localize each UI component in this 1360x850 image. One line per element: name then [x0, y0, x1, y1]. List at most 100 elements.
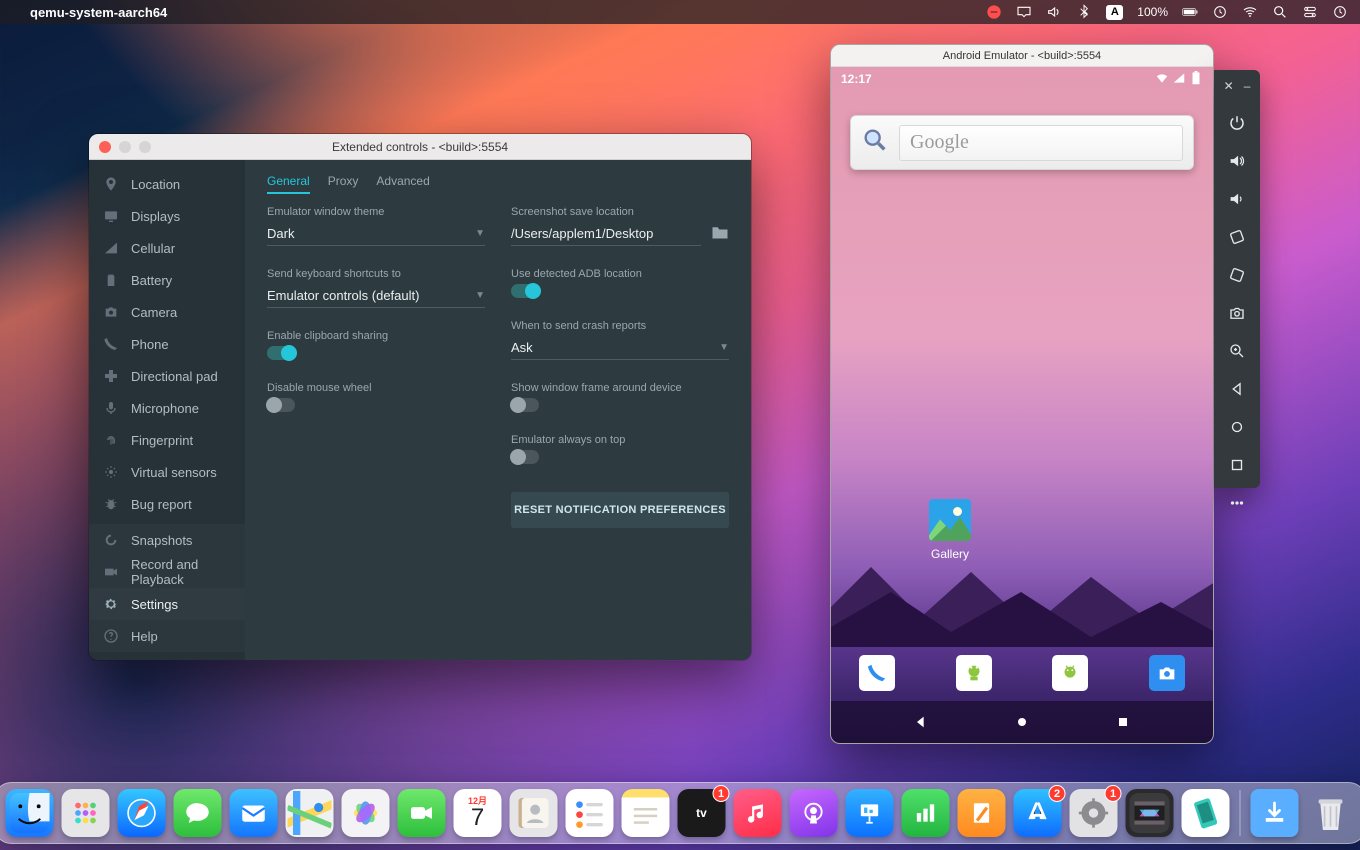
dock-system-preferences[interactable]: 1 — [1070, 789, 1118, 837]
more-button[interactable] — [1226, 494, 1248, 512]
sidebar-item-phone[interactable]: Phone — [89, 328, 245, 360]
dock-safari[interactable] — [118, 789, 166, 837]
volume-icon[interactable] — [1046, 4, 1062, 20]
dock-reminders[interactable] — [566, 789, 614, 837]
dock-pages[interactable] — [958, 789, 1006, 837]
do-not-disturb-icon[interactable] — [986, 4, 1002, 20]
zoom-button[interactable] — [1226, 342, 1248, 360]
nav-back[interactable] — [912, 713, 930, 731]
displays-icon — [103, 208, 119, 224]
badge-sysprefs: 1 — [1105, 785, 1122, 802]
fingerprint-icon — [103, 432, 119, 448]
app-menu-name[interactable]: qemu-system-aarch64 — [30, 5, 167, 20]
emulator-titlebar[interactable]: Android Emulator - <build>:5554 — [831, 45, 1213, 67]
volume-up-button[interactable] — [1226, 152, 1248, 170]
dock-launchpad[interactable] — [62, 789, 110, 837]
overview-button[interactable] — [1226, 456, 1248, 474]
ontop-toggle[interactable] — [511, 450, 539, 464]
sidebar-item-displays[interactable]: Displays — [89, 200, 245, 232]
home-button[interactable] — [1226, 418, 1248, 436]
crash-select[interactable]: Ask▼ — [511, 336, 729, 360]
dock-messages[interactable] — [174, 789, 222, 837]
volume-down-button[interactable] — [1226, 190, 1248, 208]
toolbar-close-button[interactable]: ✕ — [1224, 79, 1234, 93]
dock-podcasts[interactable] — [790, 789, 838, 837]
clock-icon[interactable] — [1332, 4, 1348, 20]
screenshot-button[interactable] — [1226, 304, 1248, 322]
nav-recent[interactable] — [1114, 713, 1132, 731]
bluetooth-icon[interactable] — [1076, 4, 1092, 20]
power-button[interactable] — [1226, 114, 1248, 132]
dock-tv[interactable]: tv1 — [678, 789, 726, 837]
sidebar-item-fingerprint[interactable]: Fingerprint — [89, 424, 245, 456]
app-gallery[interactable]: Gallery — [929, 499, 971, 561]
battery-icon[interactable] — [1182, 4, 1198, 20]
screenshot-path-field[interactable]: /Users/applem1/Desktop — [511, 222, 701, 246]
back-button[interactable] — [1226, 380, 1248, 398]
sidebar-item-label: Snapshots — [131, 533, 192, 548]
dock-final-cut-pro[interactable] — [1126, 789, 1174, 837]
sidebar-item-help[interactable]: Help — [89, 620, 245, 652]
window-titlebar[interactable]: Extended controls - <build>:5554 — [89, 134, 751, 160]
rotate-right-button[interactable] — [1226, 266, 1248, 284]
dock-facetime[interactable] — [398, 789, 446, 837]
tab-advanced[interactable]: Advanced — [376, 170, 429, 194]
screen-mirroring-icon[interactable] — [1016, 4, 1032, 20]
input-source-indicator[interactable]: A — [1106, 5, 1123, 20]
dock-downloads[interactable] — [1251, 789, 1299, 837]
sidebar-item-camera[interactable]: Camera — [89, 296, 245, 328]
wifi-icon[interactable] — [1242, 4, 1258, 20]
camera-icon — [103, 304, 119, 320]
sidebar-item-bug-report[interactable]: Bug report — [89, 488, 245, 520]
dock-music[interactable] — [734, 789, 782, 837]
sidebar-item-directional-pad[interactable]: Directional pad — [89, 360, 245, 392]
rotate-left-button[interactable] — [1226, 228, 1248, 246]
hotseat-messages[interactable] — [956, 655, 992, 691]
dock-photos[interactable] — [342, 789, 390, 837]
hotseat-camera[interactable] — [1149, 655, 1185, 691]
sidebar-item-cellular[interactable]: Cellular — [89, 232, 245, 264]
adb-toggle[interactable] — [511, 284, 539, 298]
dock-calendar[interactable]: 12月7 — [454, 789, 502, 837]
sidebar-item-battery[interactable]: Battery — [89, 264, 245, 296]
device-screen[interactable]: 12:17 Google Gallery — [831, 67, 1213, 743]
sidebar-item-label: Fingerprint — [131, 433, 193, 448]
screenshot-label: Screenshot save location — [511, 206, 729, 218]
nav-home[interactable] — [1013, 713, 1031, 731]
search-input[interactable]: Google — [899, 125, 1183, 161]
time-machine-icon[interactable] — [1212, 4, 1228, 20]
tab-general[interactable]: General — [267, 170, 310, 194]
google-search-widget[interactable]: Google — [850, 115, 1194, 170]
spotlight-icon[interactable] — [1272, 4, 1288, 20]
cellular-icon — [103, 240, 119, 256]
sidebar-item-settings[interactable]: Settings — [89, 588, 245, 620]
dock-contacts[interactable] — [510, 789, 558, 837]
theme-select[interactable]: Dark▼ — [267, 222, 485, 246]
hotseat-phone[interactable] — [859, 655, 895, 691]
dock-app-store[interactable]: 2 — [1014, 789, 1062, 837]
sidebar-item-location[interactable]: Location — [89, 168, 245, 200]
reset-notifications-button[interactable]: RESET NOTIFICATION PREFERENCES — [511, 492, 729, 528]
tab-proxy[interactable]: Proxy — [328, 170, 359, 194]
mouse-toggle[interactable] — [267, 398, 295, 412]
dock-android-emulator[interactable] — [1182, 789, 1230, 837]
browse-folder-button[interactable] — [711, 225, 729, 243]
sidebar-item-microphone[interactable]: Microphone — [89, 392, 245, 424]
sidebar-item-label: Microphone — [131, 401, 199, 416]
sidebar-item-snapshots[interactable]: Snapshots — [89, 524, 245, 556]
dock-keynote[interactable] — [846, 789, 894, 837]
clipboard-toggle[interactable] — [267, 346, 295, 360]
sidebar-item-record-and-playback[interactable]: Record and Playback — [89, 556, 245, 588]
dock-numbers[interactable] — [902, 789, 950, 837]
dock-mail[interactable] — [230, 789, 278, 837]
dock-trash[interactable] — [1307, 789, 1355, 837]
control-center-icon[interactable] — [1302, 4, 1318, 20]
dock-notes[interactable] — [622, 789, 670, 837]
frame-toggle[interactable] — [511, 398, 539, 412]
dock-finder[interactable] — [6, 789, 54, 837]
dock-maps[interactable] — [286, 789, 334, 837]
kb-select[interactable]: Emulator controls (default)▼ — [267, 284, 485, 308]
sidebar-item-virtual-sensors[interactable]: Virtual sensors — [89, 456, 245, 488]
toolbar-minimize-button[interactable]: – — [1244, 79, 1251, 93]
hotseat-apps[interactable] — [1052, 655, 1088, 691]
